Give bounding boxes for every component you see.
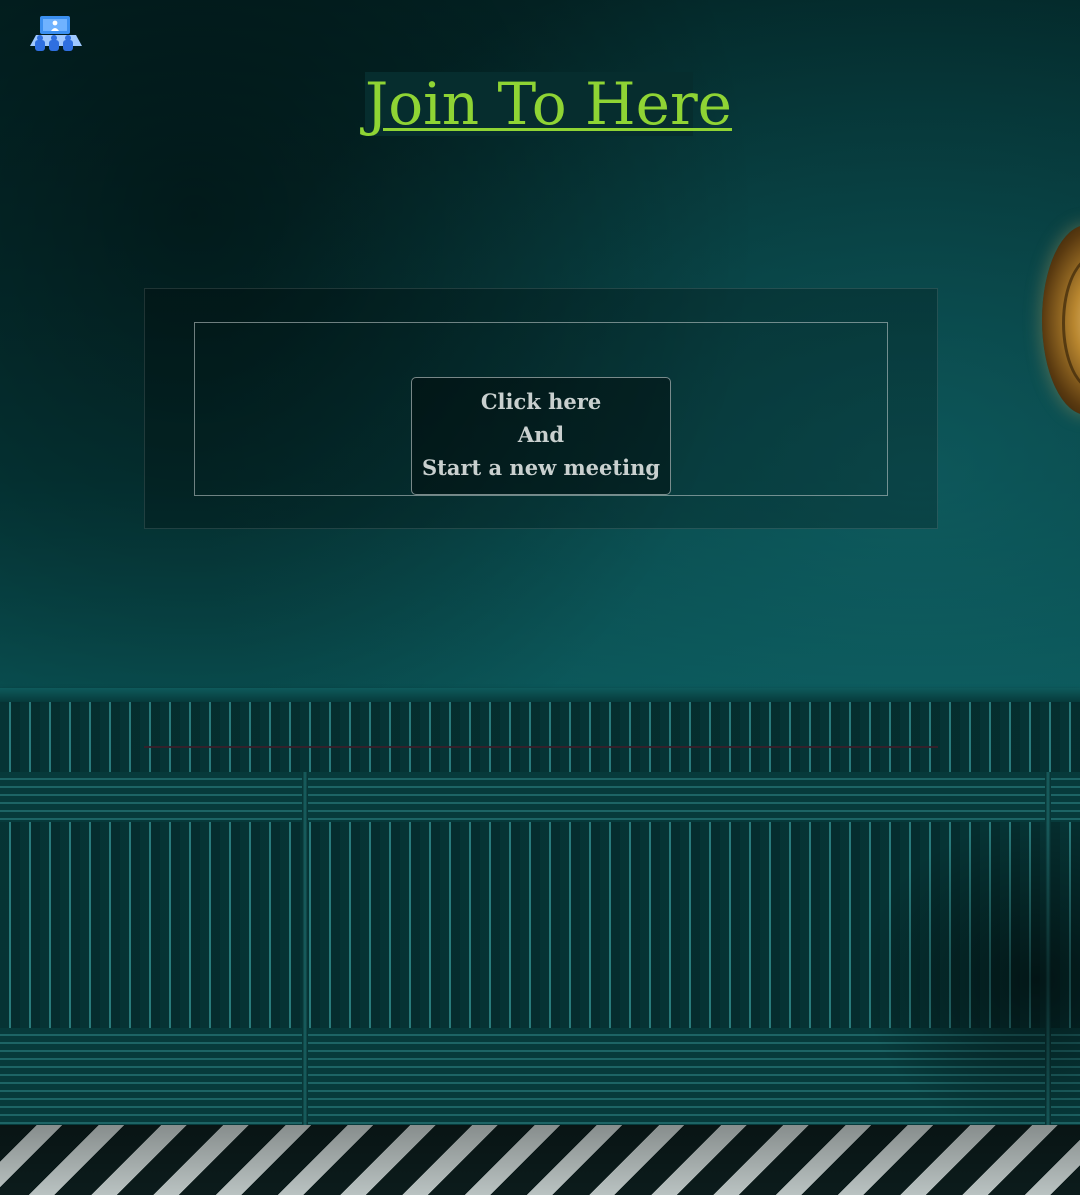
upper-flutes [0, 702, 1080, 772]
upper-slats [0, 772, 1080, 822]
meeting-people-icon[interactable] [28, 14, 84, 54]
floor-shade [0, 1125, 1080, 1195]
chair-rail [0, 688, 1080, 702]
start-meeting-line-3: Start a new meeting [421, 455, 661, 480]
start-meeting-line-2: And [517, 422, 565, 447]
page-title: Join To Here [365, 70, 733, 138]
shadow-overlay [860, 820, 1080, 1140]
divider-line [144, 746, 938, 748]
panel-post-left [302, 772, 308, 1125]
page-background: Join To Here Click here And Start a new … [0, 0, 1080, 1195]
start-meeting-line-1: Click here [480, 389, 602, 414]
start-meeting-button[interactable]: Click here And Start a new meeting [411, 377, 671, 495]
